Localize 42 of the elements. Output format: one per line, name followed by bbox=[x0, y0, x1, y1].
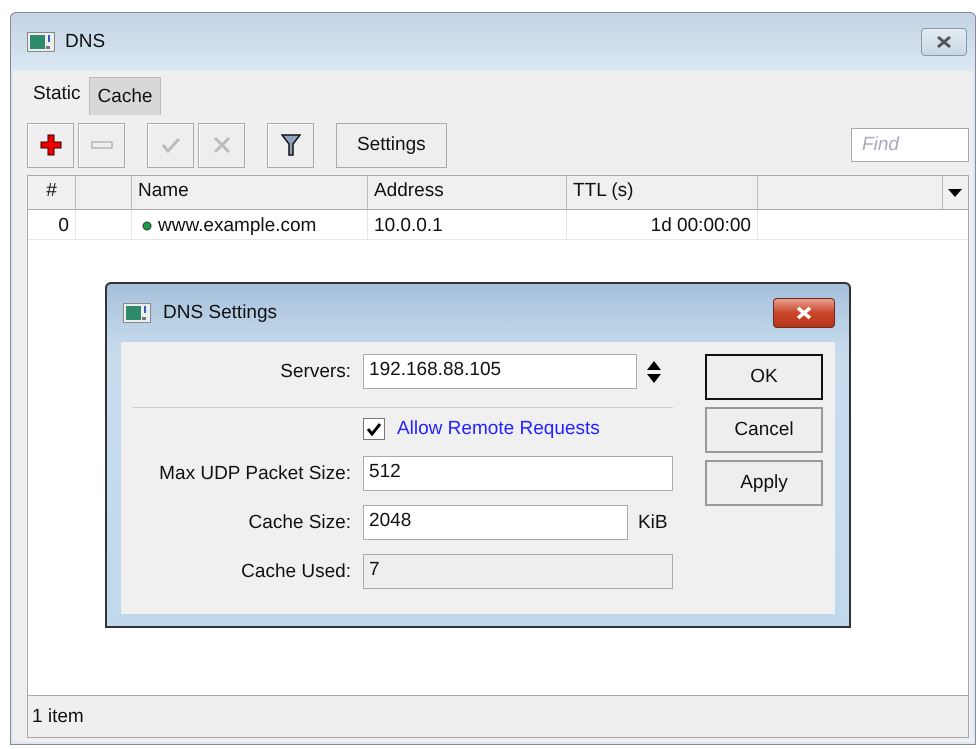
field-label: Servers: bbox=[279, 360, 351, 382]
filter-icon bbox=[280, 134, 300, 156]
input-field[interactable]: 512 bbox=[363, 456, 673, 491]
table-cell: www.example.com bbox=[158, 214, 316, 236]
field-label: Cache Size: bbox=[248, 512, 351, 534]
table-cell: 1d 00:00:00 bbox=[567, 210, 758, 239]
status-bar: 1 item bbox=[28, 695, 968, 737]
cross-icon bbox=[212, 136, 230, 154]
up-down-icon[interactable] bbox=[647, 360, 661, 382]
dialog-button[interactable]: Cancel bbox=[705, 407, 823, 453]
dialog-button[interactable]: OK bbox=[705, 354, 823, 400]
checkbox-label[interactable]: Allow Remote Requests bbox=[397, 418, 600, 440]
table-cell: 0 bbox=[28, 210, 76, 239]
close-button[interactable] bbox=[921, 28, 967, 56]
table-cell: 10.0.0.1 bbox=[368, 210, 567, 239]
column-header[interactable]: Address bbox=[368, 176, 567, 209]
plus-icon bbox=[40, 134, 62, 156]
add-button[interactable] bbox=[27, 122, 74, 168]
input-field[interactable]: 2048 bbox=[363, 505, 628, 540]
close-icon bbox=[795, 306, 813, 320]
field-label: Max UDP Packet Size: bbox=[158, 462, 351, 484]
unit-label: KiB bbox=[638, 512, 668, 534]
find-field[interactable]: Find bbox=[851, 128, 969, 162]
window-icon bbox=[123, 303, 151, 323]
dialog-title: DNS Settings bbox=[163, 302, 278, 324]
close-icon bbox=[935, 35, 953, 49]
column-header[interactable]: # bbox=[28, 176, 76, 209]
close-button[interactable] bbox=[773, 298, 835, 328]
tab[interactable]: Cache bbox=[88, 77, 162, 115]
checkbox[interactable] bbox=[363, 418, 385, 440]
field-label: Cache Used: bbox=[240, 560, 351, 582]
window-title: DNS bbox=[65, 31, 106, 53]
column-header[interactable]: TTL (s) bbox=[567, 176, 758, 209]
check-icon bbox=[160, 136, 180, 154]
settings-button[interactable]: Settings bbox=[336, 122, 447, 168]
filter-button[interactable] bbox=[267, 122, 314, 168]
servers-field[interactable]: 192.168.88.105 bbox=[363, 354, 637, 389]
window-icon bbox=[27, 32, 55, 52]
dropdown-icon bbox=[948, 188, 962, 196]
dialog-button[interactable]: Apply bbox=[705, 460, 823, 506]
minus-icon bbox=[90, 140, 112, 150]
column-header[interactable]: Name bbox=[132, 176, 368, 209]
